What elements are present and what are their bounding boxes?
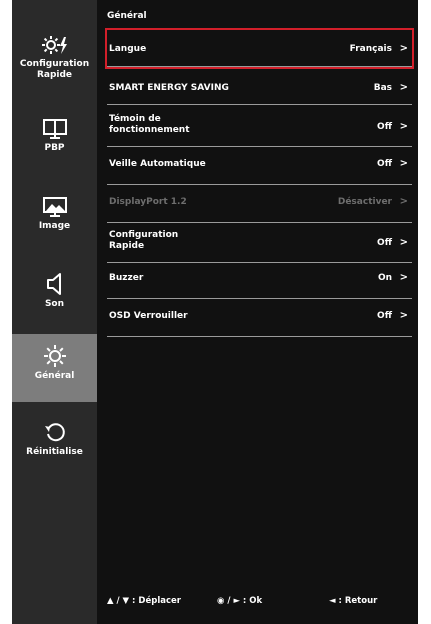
hint-move: ▲ / ▼ : Déplacer (107, 596, 181, 606)
row-value: Off (377, 238, 392, 248)
menu-row-displayport: DisplayPort 1.2 Désactiver > (107, 186, 412, 223)
pbp-icon (42, 119, 67, 139)
image-icon (42, 197, 67, 217)
sidebar-item-label: Image (38, 221, 71, 231)
row-label: Buzzer (109, 273, 144, 283)
chevron-right-icon: > (399, 43, 408, 54)
menu-row-langue[interactable]: Langue Français > (105, 28, 414, 69)
chevron-right-icon: > (399, 82, 408, 93)
row-label: DisplayPort 1.2 (109, 197, 187, 207)
reset-icon (44, 423, 65, 442)
sidebar: Configuration Rapide PBP Image Son Génér… (12, 0, 97, 624)
speaker-icon (46, 273, 61, 295)
sidebar-item-label: Général (34, 371, 75, 381)
menu-row-buzzer[interactable]: Buzzer On > (107, 262, 412, 299)
row-value: On (377, 273, 392, 283)
row-label: SMART ENERGY SAVING (109, 83, 229, 93)
sidebar-item-image[interactable]: Image (12, 196, 97, 246)
row-value: Off (377, 159, 392, 169)
row-value: Off (377, 311, 392, 321)
sidebar-item-son[interactable]: Son (12, 272, 97, 322)
hint-back: ◄ : Retour (329, 596, 378, 606)
row-label: OSD Verrouiller (109, 311, 188, 321)
row-label: Langue (109, 44, 147, 54)
row-value: Bas (373, 83, 392, 93)
sidebar-item-reinitialise[interactable]: Réinitialise (12, 420, 97, 470)
page-title: Général (107, 11, 147, 21)
sidebar-item-pbp[interactable]: PBP (12, 118, 97, 168)
chevron-right-icon: > (399, 272, 408, 283)
row-value: Français (349, 44, 392, 54)
chevron-right-icon: > (399, 310, 408, 321)
sidebar-item-label: Réinitialise (26, 447, 83, 457)
menu-row-veille-automatique[interactable]: Veille Automatique Off > (107, 148, 412, 185)
chevron-right-icon: > (399, 121, 408, 132)
row-label: Veille Automatique (109, 159, 206, 169)
menu-row-temoin-de-fonctionnement[interactable]: Témoin de fonctionnement Off > (107, 106, 412, 147)
row-value: Désactiver (337, 197, 392, 207)
quick-settings-icon (41, 36, 67, 54)
osd-window: Configuration Rapide PBP Image Son Génér… (12, 0, 418, 624)
sidebar-item-label: Son (44, 299, 65, 309)
chevron-right-icon: > (399, 196, 408, 207)
gear-icon (43, 345, 66, 367)
sidebar-item-label: Configuration Rapide (19, 59, 90, 80)
row-label: Configuration Rapide (109, 230, 179, 251)
sidebar-item-general[interactable]: Général (12, 334, 97, 402)
chevron-right-icon: > (399, 237, 408, 248)
row-label: Témoin de fonctionnement (109, 114, 190, 135)
main-panel: Général Langue Français > SMART ENERGY S… (105, 0, 418, 624)
menu-row-smart-energy-saving[interactable]: SMART ENERGY SAVING Bas > (107, 68, 412, 105)
row-value: Off (377, 122, 392, 132)
menu-row-osd-verrouiller[interactable]: OSD Verrouiller Off > (107, 300, 412, 337)
sidebar-item-configuration-rapide[interactable]: Configuration Rapide (12, 34, 97, 96)
menu-row-configuration-rapide[interactable]: Configuration Rapide Off > (107, 224, 412, 263)
chevron-right-icon: > (399, 158, 408, 169)
hint-ok: ◉ / ► : Ok (217, 596, 263, 606)
sidebar-item-label: PBP (44, 143, 65, 153)
